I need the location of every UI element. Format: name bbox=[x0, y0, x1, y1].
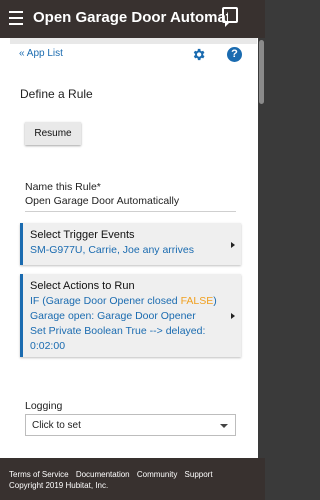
logging-select[interactable]: Click to set bbox=[25, 414, 236, 436]
rule-name-label: Name this Rule* bbox=[25, 181, 101, 193]
help-icon[interactable]: ? bbox=[227, 47, 242, 62]
resume-button[interactable]: Resume bbox=[25, 122, 81, 145]
logging-label: Logging bbox=[25, 400, 63, 412]
actions-line-4: 0:02:00 bbox=[30, 340, 66, 352]
chevron-down-icon bbox=[220, 424, 228, 428]
chat-icon[interactable] bbox=[222, 7, 238, 27]
chevron-right-icon bbox=[231, 242, 235, 248]
community-link[interactable]: Community bbox=[137, 470, 177, 479]
app-list-link[interactable]: « App List bbox=[19, 48, 63, 59]
chevron-right-icon bbox=[231, 313, 235, 319]
footer-links: Terms of Service Documentation Community… bbox=[9, 470, 218, 479]
copyright: Copyright 2019 Hubitat, Inc. bbox=[9, 481, 109, 490]
divider bbox=[10, 38, 257, 44]
footer: Terms of Service Documentation Community… bbox=[0, 458, 265, 500]
menu-icon[interactable] bbox=[9, 11, 23, 25]
trigger-summary: SM-G977U, Carrie, Joe any arrives bbox=[30, 244, 194, 256]
section-title: Define a Rule bbox=[20, 87, 93, 101]
logging-select-value: Click to set bbox=[32, 420, 81, 431]
actions-line-3: Set Private Boolean True --> delayed: bbox=[30, 325, 206, 337]
actions-title: Select Actions to Run bbox=[30, 280, 135, 292]
select-actions-button[interactable]: Select Actions to Run IF (Garage Door Op… bbox=[20, 274, 241, 357]
actions-line-1: IF (Garage Door Opener closed FALSE) bbox=[30, 295, 217, 307]
screen: Open Garage Door Automatical « App List … bbox=[0, 0, 265, 500]
scrollbar-thumb[interactable] bbox=[259, 40, 264, 104]
false-value: FALSE bbox=[180, 295, 214, 307]
app-title: Open Garage Door Automatical bbox=[33, 9, 228, 26]
actions-line-2: Garage open: Garage Door Opener bbox=[30, 310, 196, 322]
actions-summary: IF (Garage Door Opener closed FALSE) Gar… bbox=[30, 294, 225, 354]
trigger-title: Select Trigger Events bbox=[30, 229, 135, 241]
gear-icon[interactable] bbox=[191, 47, 206, 62]
rule-card: « App List ? Define a Rule Resume Name t… bbox=[10, 38, 257, 458]
rule-name-input[interactable]: Open Garage Door Automatically bbox=[25, 195, 236, 212]
documentation-link[interactable]: Documentation bbox=[76, 470, 130, 479]
select-trigger-events-button[interactable]: Select Trigger Events SM-G977U, Carrie, … bbox=[20, 223, 241, 265]
support-link[interactable]: Support bbox=[185, 470, 213, 479]
app-bar: Open Garage Door Automatical bbox=[0, 0, 265, 38]
terms-link[interactable]: Terms of Service bbox=[9, 470, 69, 479]
